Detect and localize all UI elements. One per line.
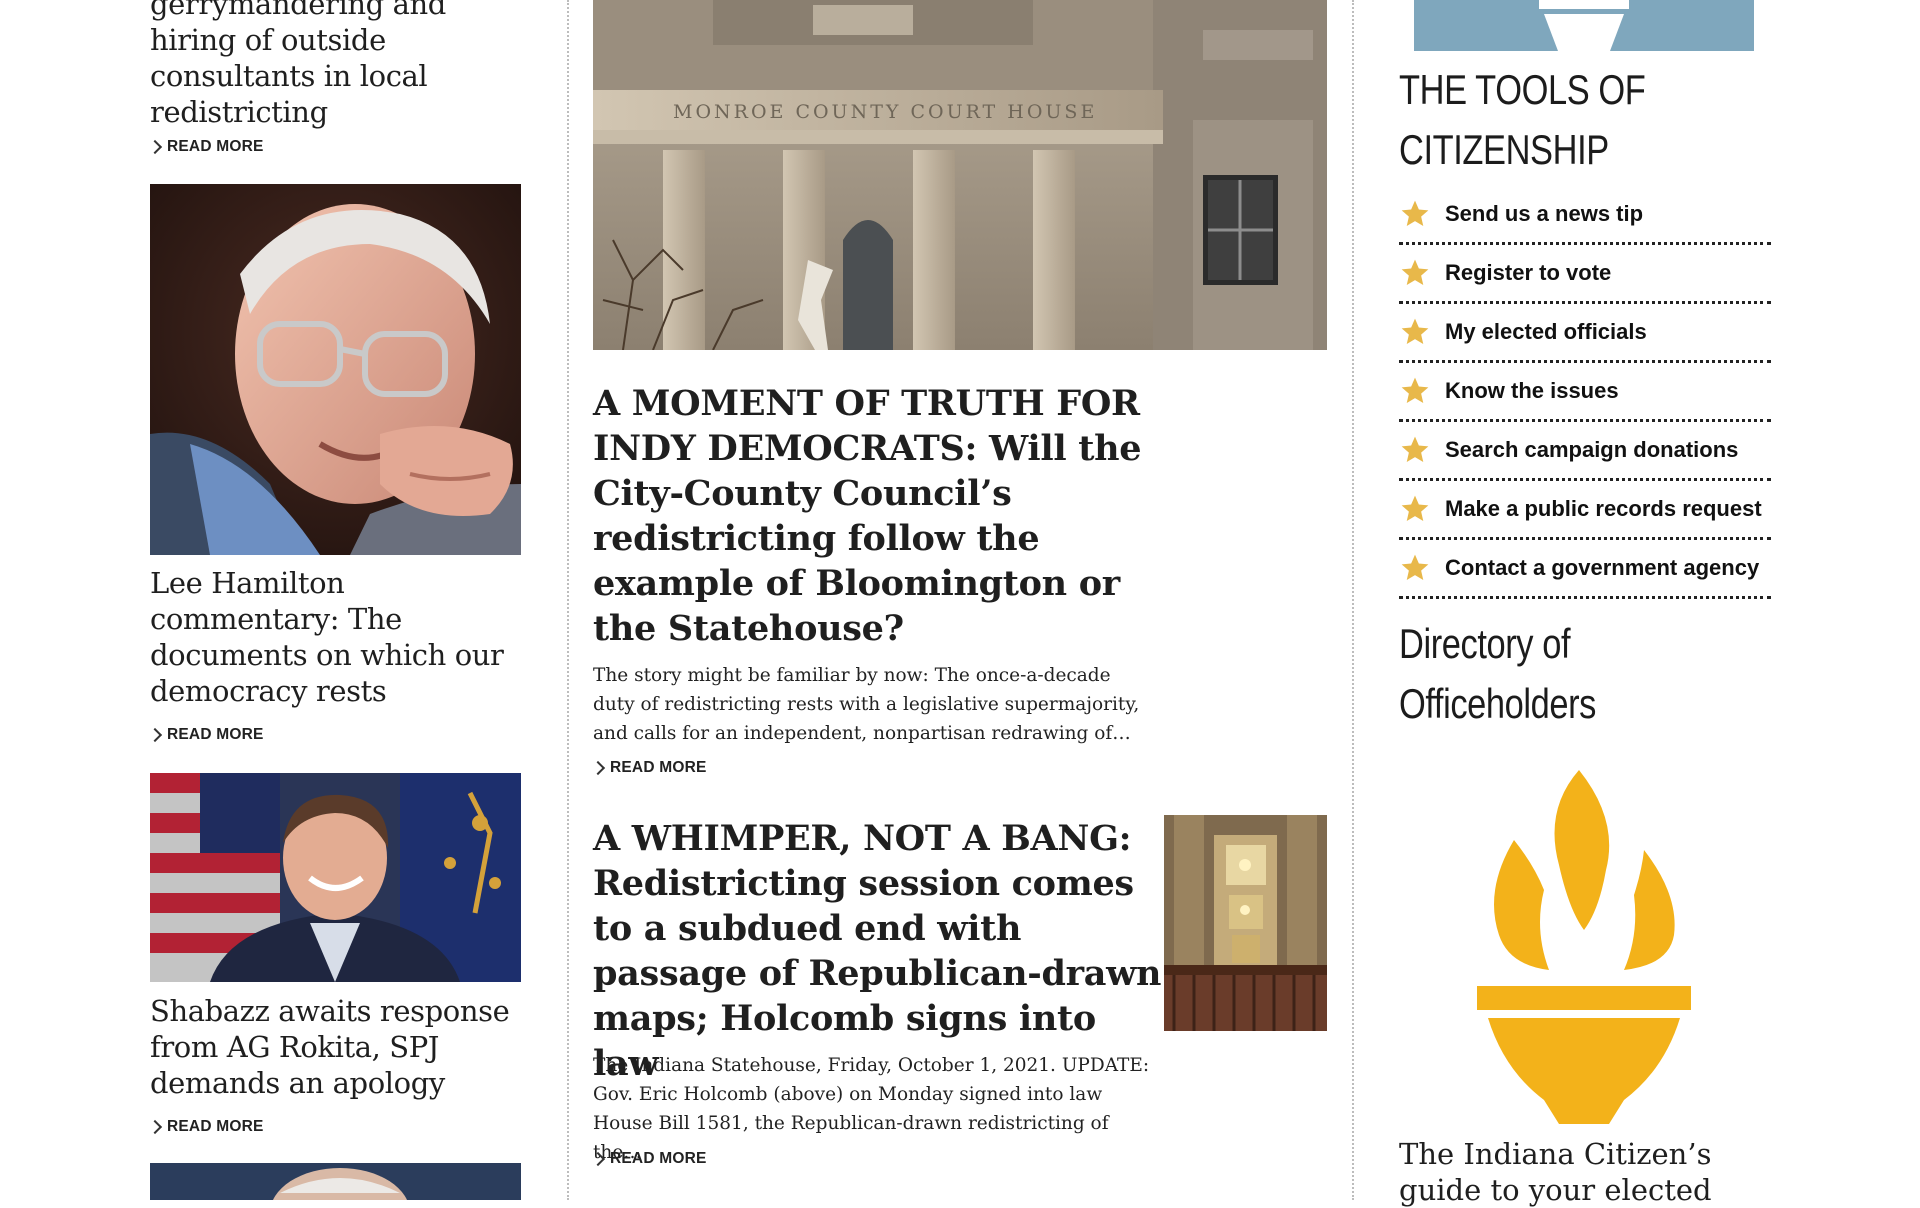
star-icon [1401,318,1429,344]
directory-title: Directory of Officeholders [1399,620,1596,727]
tool-item-register-vote[interactable]: Register to vote [1399,245,1771,304]
column-divider-left [567,0,569,1200]
article-thumbnail[interactable] [150,773,521,982]
star-icon [1401,436,1429,462]
article-teaser[interactable]: Shabazz awaits response from AG Rokita, … [150,993,522,1101]
article-thumbnail[interactable] [1164,815,1327,1031]
chevron-right-icon [147,727,163,743]
read-more-link[interactable]: READ MORE [147,1118,264,1136]
article-teaser[interactable]: gerrymandering and hiring of outside con… [150,0,522,130]
article-title[interactable]: A MOMENT OF TRUTH FOR INDY DEMOCRATS: Wi… [593,381,1153,651]
tool-item-know-issues[interactable]: Know the issues [1399,363,1771,422]
courthouse-inscription: MONROE COUNTY COURT HOUSE [673,101,1097,123]
read-more-link[interactable]: READ MORE [147,726,264,744]
star-icon [1401,495,1429,521]
tool-item-elected-officials[interactable]: My elected officials [1399,304,1771,363]
tool-item-public-records[interactable]: Make a public records request [1399,481,1771,540]
tool-item-news-tip[interactable]: Send us a news tip [1399,186,1771,245]
read-more-link[interactable]: READ MORE [147,138,264,156]
guide-text[interactable]: The Indiana Citizen’s guide to your elec… [1399,1136,1771,1208]
featured-image[interactable]: MONROE COUNTY COURT HOUSE [593,0,1327,350]
star-icon [1401,259,1429,285]
statehouse-interior-photo [1164,815,1327,1031]
tool-item-campaign-donations[interactable]: Search campaign donations [1399,422,1771,481]
article-teaser[interactable]: A WHIMPER, NOT A BANG: Redistricting ses… [593,816,1163,1086]
chevron-right-icon [590,760,606,776]
star-icon [1401,200,1429,226]
tools-banner [1414,0,1754,51]
column-divider-right [1352,0,1354,1200]
article-teaser[interactable]: Lee Hamilton commentary: The documents o… [150,565,522,709]
article-teaser[interactable]: A MOMENT OF TRUTH FOR INDY DEMOCRATS: Wi… [593,381,1153,651]
chevron-right-icon [147,139,163,155]
star-icon [1401,377,1429,403]
read-more-link[interactable]: READ MORE [590,1150,707,1168]
chevron-right-icon [147,1119,163,1135]
torch-icon [1539,0,1629,51]
portrait-photo [150,184,521,555]
article-title[interactable]: A WHIMPER, NOT A BANG: Redistricting ses… [593,816,1163,1086]
article-thumbnail[interactable] [150,184,521,555]
tools-list: Send us a news tip Register to vote My e… [1399,186,1771,599]
portrait-photo [150,773,521,982]
article-thumbnail[interactable] [150,1163,521,1200]
courthouse-photo: MONROE COUNTY COURT HOUSE [593,0,1327,350]
star-icon [1401,554,1429,580]
article-title[interactable]: Shabazz awaits response from AG Rokita, … [150,993,522,1101]
directory-logo[interactable] [1474,770,1694,1124]
chevron-right-icon [590,1151,606,1167]
torch-icon [1477,770,1691,1124]
article-excerpt: The story might be familiar by now: The … [593,665,1140,744]
tools-title: THE TOOLS OF CITIZENSHIP [1399,66,1646,173]
article-title[interactable]: Lee Hamilton commentary: The documents o… [150,565,522,709]
tool-item-contact-agency[interactable]: Contact a government agency [1399,540,1771,599]
portrait-photo [150,1163,521,1200]
read-more-link[interactable]: READ MORE [590,759,707,777]
article-title[interactable]: gerrymandering and hiring of outside con… [150,0,522,130]
